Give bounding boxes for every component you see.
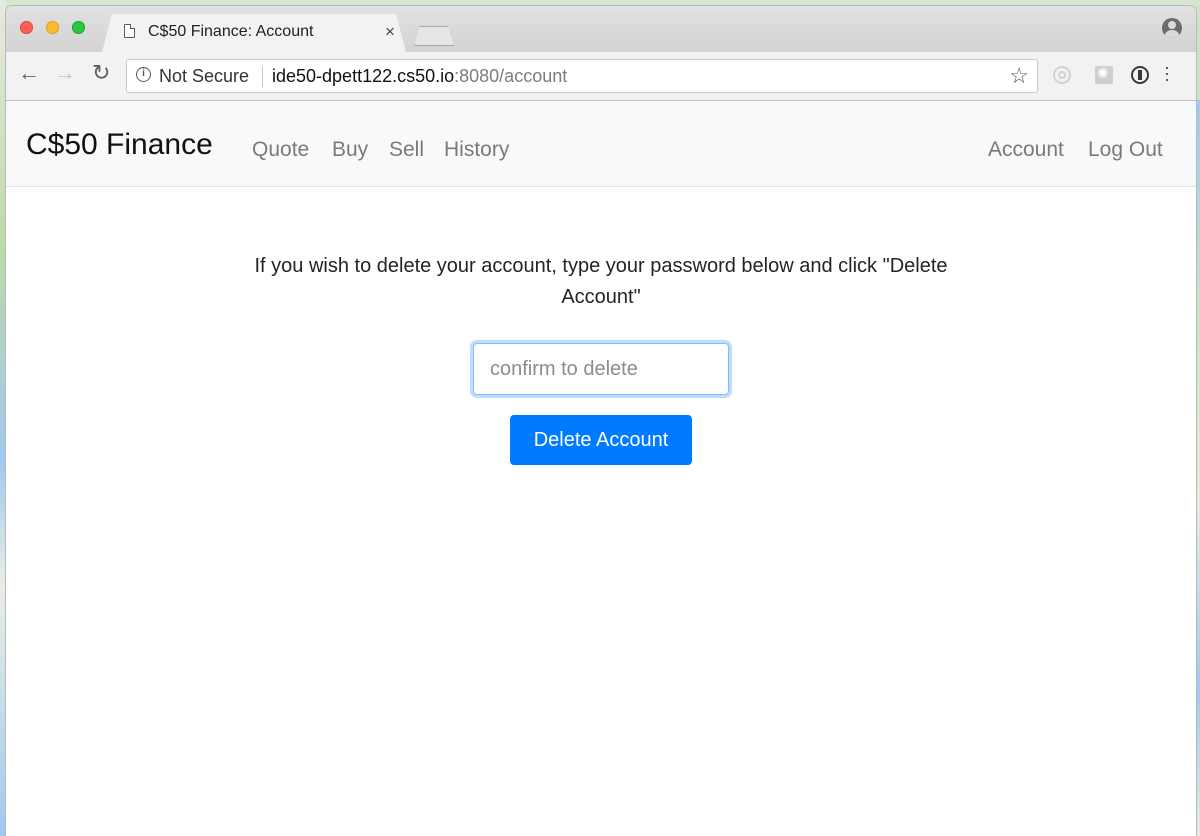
delete-instruction: If you wish to delete your account, type…: [221, 251, 981, 313]
delete-account-button[interactable]: Delete Account: [510, 415, 692, 465]
extension-password-manager-icon[interactable]: [1131, 66, 1149, 84]
page-document-icon: [124, 24, 135, 38]
security-label[interactable]: Not Secure: [159, 66, 249, 87]
password-confirm-input[interactable]: [473, 343, 729, 395]
nav-link-history[interactable]: History: [444, 138, 509, 162]
nav-link-sell[interactable]: Sell: [389, 138, 424, 162]
account-form: If you wish to delete your account, type…: [6, 251, 1196, 465]
extension-target-icon[interactable]: [1053, 66, 1071, 84]
tab-strip: C$50 Finance: Account ×: [6, 6, 1196, 52]
browser-menu-icon[interactable]: · · ·: [1164, 58, 1170, 88]
active-tab[interactable]: C$50 Finance: Account ×: [102, 14, 406, 52]
info-icon[interactable]: i: [136, 67, 151, 82]
bookmark-star-icon[interactable]: ☆: [1009, 63, 1029, 89]
instruction-line-2: Account": [561, 286, 641, 308]
forward-arrow-icon[interactable]: →: [54, 61, 76, 85]
nav-link-quote[interactable]: Quote: [252, 138, 309, 162]
zoom-window-button[interactable]: [72, 21, 85, 34]
site-navbar: C$50 Finance Quote Buy Sell History Acco…: [6, 101, 1196, 187]
new-tab-button[interactable]: [414, 26, 454, 46]
minimize-window-button[interactable]: [46, 21, 59, 34]
url-host: ide50-dpett122.cs50.io: [272, 66, 455, 86]
address-bar[interactable]: i Not Secure ide50-dpett122.cs50.io:8080…: [126, 59, 1038, 93]
tab-title: C$50 Finance: Account: [148, 23, 314, 40]
address-separator: [262, 66, 263, 87]
nav-link-account[interactable]: Account: [988, 138, 1064, 162]
close-window-button[interactable]: [20, 21, 33, 34]
nav-link-buy[interactable]: Buy: [332, 138, 368, 162]
web-page: C$50 Finance Quote Buy Sell History Acco…: [6, 101, 1196, 836]
instruction-line-1: If you wish to delete your account, type…: [254, 255, 948, 277]
back-arrow-icon[interactable]: ←: [18, 61, 40, 85]
url-path: :8080/account: [454, 66, 568, 86]
nav-link-logout[interactable]: Log Out: [1088, 138, 1163, 162]
reload-icon[interactable]: ↻: [92, 61, 110, 85]
brand-link[interactable]: C$50 Finance: [26, 128, 213, 162]
browser-window: C$50 Finance: Account × ← → ↻ i Not Secu…: [6, 6, 1196, 836]
tab-close-icon[interactable]: ×: [385, 22, 395, 42]
extension-react-icon[interactable]: [1095, 65, 1113, 84]
profile-icon[interactable]: [1162, 18, 1182, 38]
browser-toolbar: ← → ↻ i Not Secure ide50-dpett122.cs50.i…: [6, 52, 1196, 101]
url-text[interactable]: ide50-dpett122.cs50.io:8080/account: [272, 66, 567, 87]
